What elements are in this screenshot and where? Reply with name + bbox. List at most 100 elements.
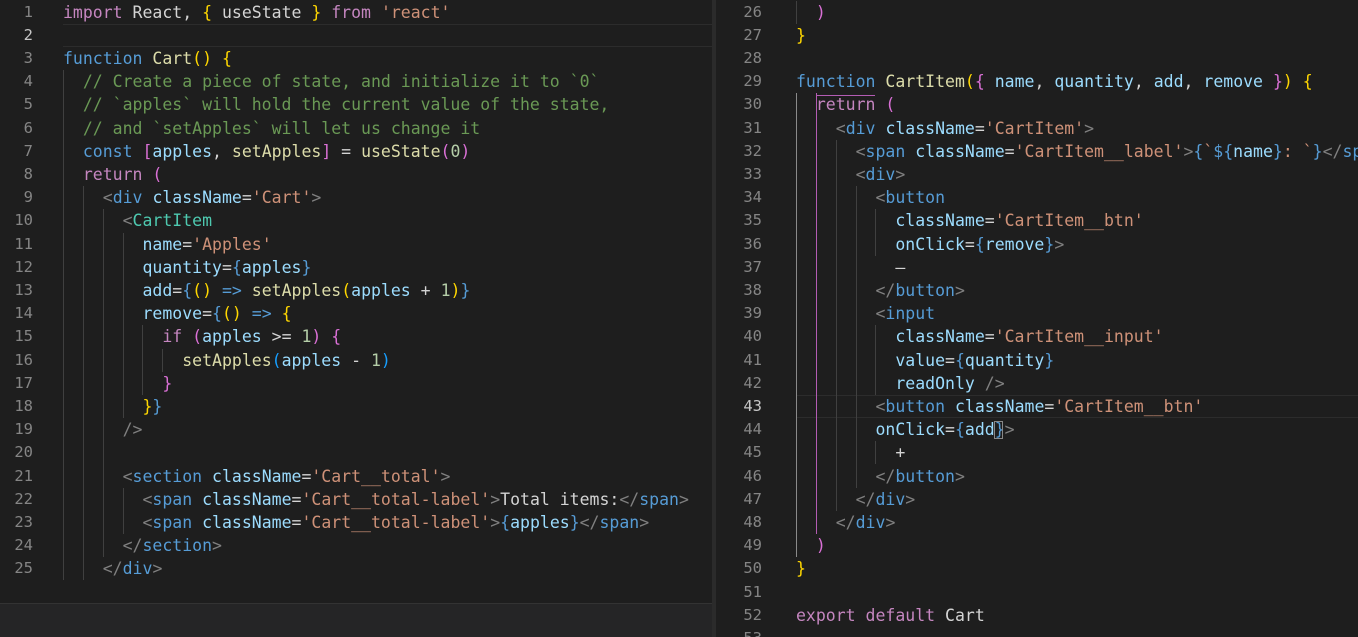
code-token: <	[122, 466, 133, 486]
code-line[interactable]: 32 <span className='CartItem__label'>{`$…	[716, 140, 1358, 163]
code-token: name	[1233, 141, 1273, 161]
code-line[interactable]: 34 <button	[716, 186, 1358, 209]
line-number: 49	[743, 536, 762, 555]
code-line[interactable]: 19 />	[0, 418, 712, 441]
code-line[interactable]: 3 function Cart() {	[0, 47, 712, 70]
code-line[interactable]: 53	[716, 627, 1358, 637]
code-line[interactable]: 29 function CartItem({ name, quantity, ad…	[716, 70, 1358, 93]
code-token: (	[964, 72, 975, 92]
code-line[interactable]: 8 return (	[0, 163, 712, 186]
code-line[interactable]: 42 readOnly />	[716, 372, 1358, 395]
code-line[interactable]: 39 <input	[716, 302, 1358, 325]
code-token: >	[885, 512, 896, 532]
indent-guide	[815, 93, 817, 535]
code-line[interactable]: 46 </button>	[716, 465, 1358, 488]
editor-pane-right[interactable]: 26 ) 27} 28 29 function CartItem({ name, qua…	[716, 0, 1358, 637]
code-line[interactable]: 20	[0, 441, 712, 464]
code-line[interactable]: 9 <div className='Cart'>	[0, 186, 712, 209]
code-line[interactable]: 24 </section>	[0, 534, 712, 557]
code-line[interactable]: 21 <section className='Cart__total'>	[0, 465, 712, 488]
line-number: 28	[743, 48, 762, 67]
code-line[interactable]: 12 quantity={apples}	[0, 256, 712, 279]
code-line[interactable]: 4 // Create a piece of state, and initia…	[0, 70, 712, 93]
code-line[interactable]: 43 <button className='CartItem__btn'	[716, 394, 1358, 419]
code-line[interactable]: 41 value={quantity}	[716, 349, 1358, 372]
code-token: div	[112, 188, 143, 208]
line-number: 30	[743, 95, 762, 114]
code-token: Cart	[152, 48, 193, 68]
code-line[interactable]: 27}	[716, 24, 1358, 47]
code-text: </div>	[796, 488, 916, 511]
code-token: ()	[221, 304, 242, 324]
code-line[interactable]: 6 // and `setApples` will let us change …	[0, 117, 712, 140]
line-number: 17	[14, 373, 33, 392]
code-line[interactable]: 25 </div>	[0, 557, 712, 580]
code-line[interactable]: 31 <div className='CartItem'>	[716, 117, 1358, 140]
code-line[interactable]: 47 </div>	[716, 488, 1358, 511]
code-line[interactable]: 48 </div>	[716, 511, 1358, 534]
code-line[interactable]: 1 import React, { useState } from 'react'	[0, 1, 712, 24]
code-token: Total items:	[500, 489, 620, 509]
code-token: }	[162, 373, 173, 393]
indent-guide	[63, 70, 64, 581]
code-token: }	[1272, 72, 1283, 92]
code-token: </	[102, 559, 123, 579]
line-number: 6	[23, 118, 33, 137]
code-line[interactable]: 44 onClick={add}>	[716, 418, 1358, 441]
code-token: +	[796, 443, 906, 463]
code-token: setApples	[231, 141, 322, 161]
code-token: >	[1183, 141, 1194, 161]
code-line[interactable]: 30 return (	[716, 93, 1358, 116]
code-line[interactable]: 16 setApples(apples - 1)	[0, 349, 712, 372]
line-number: 14	[14, 304, 33, 323]
code-line[interactable]: 2	[0, 23, 712, 47]
code-line[interactable]: 50}	[716, 557, 1358, 580]
code-line[interactable]: 14 remove={() => {	[0, 302, 712, 325]
code-line[interactable]: 52 export default Cart	[716, 604, 1358, 627]
code-line[interactable]: 18 }}	[0, 395, 712, 418]
code-token: >	[954, 466, 965, 486]
code-text: <CartItem	[63, 209, 212, 232]
code-line[interactable]: 38 </button>	[716, 279, 1358, 302]
code-token: {	[954, 420, 965, 440]
code-line[interactable]: 36 onClick={remove}>	[716, 233, 1358, 256]
code-line[interactable]: 26 )	[716, 1, 1358, 24]
code-line[interactable]: 13 add={() => setApples(apples + 1)}	[0, 279, 712, 302]
code-line[interactable]: 22 <span className='Cart__total-label'>T…	[0, 488, 712, 511]
code-line[interactable]: 33 <div>	[716, 163, 1358, 186]
code-token: className	[202, 489, 292, 509]
code-line[interactable]: 11 name='Apples'	[0, 233, 712, 256]
code-line[interactable]: 7 const [apples, setApples] = useState(0…	[0, 140, 712, 163]
code-line[interactable]: 37 –	[716, 256, 1358, 279]
code-line[interactable]: 5 // `apples` will hold the current valu…	[0, 93, 712, 116]
line-number: 39	[743, 304, 762, 323]
code-line[interactable]: 35 className='CartItem__btn'	[716, 209, 1358, 232]
code-line[interactable]: 40 className='CartItem__input'	[716, 325, 1358, 348]
code-line[interactable]: 28	[716, 47, 1358, 70]
code-text: onClick={add}>	[796, 418, 1014, 441]
editor-pane-left[interactable]: 1 import React, { useState } from 'react'…	[0, 0, 712, 637]
code-token: }	[152, 396, 163, 416]
code-line[interactable]: 23 <span className='Cart__total-label'>{…	[0, 511, 712, 534]
code-token: {	[974, 72, 985, 92]
code-text: <input	[796, 302, 935, 325]
code-line[interactable]: 15 if (apples >= 1) {	[0, 325, 712, 348]
code-line[interactable]: 49 )	[716, 534, 1358, 557]
code-token: >	[1084, 118, 1095, 138]
code-text: </div>	[63, 557, 163, 580]
code-token: )	[450, 280, 461, 300]
code-token: )	[460, 141, 471, 161]
code-line[interactable]: 17 }	[0, 372, 712, 395]
code-line[interactable]: 45 +	[716, 441, 1358, 464]
code-line[interactable]: 10 <CartItem	[0, 209, 712, 232]
code-token: +	[410, 280, 441, 300]
code-token: {	[182, 280, 193, 300]
code-text: return (	[63, 163, 162, 186]
code-line[interactable]: 51	[716, 581, 1358, 604]
